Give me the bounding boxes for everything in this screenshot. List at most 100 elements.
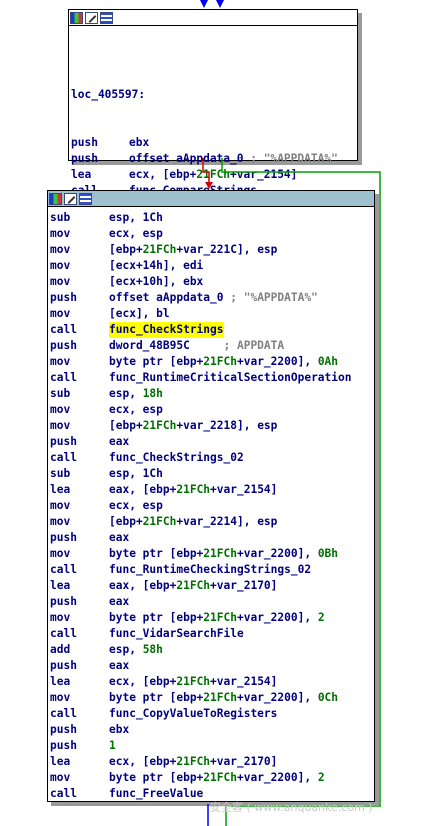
code-line[interactable]: mov ecx, esp: [50, 226, 374, 242]
code-line[interactable]: mov ecx, esp: [50, 402, 374, 418]
mnemonic: call: [50, 787, 77, 800]
operand[interactable]: ecx, [ebp+21FCh+var_2154]: [109, 674, 277, 690]
operand[interactable]: esp, 1Ch: [109, 466, 163, 482]
code-line[interactable]: sub esp, 18h: [50, 386, 374, 402]
code-line[interactable]: mov [ecx], bl: [50, 306, 374, 322]
operand[interactable]: ebx: [109, 722, 129, 738]
code-line[interactable]: sub esp, 1Ch: [50, 466, 374, 482]
operand[interactable]: byte ptr [ebp+21FCh+var_2200], 0Bh: [109, 546, 338, 562]
mnemonic: push: [50, 291, 77, 304]
operand[interactable]: byte ptr [ebp+21FCh+var_2200], 0Ch: [109, 690, 338, 706]
mnemonic: push: [50, 659, 77, 672]
operand[interactable]: byte ptr [ebp+21FCh+var_2200], 0Ah: [109, 354, 338, 370]
code-line[interactable]: call func_RuntimeCriticalSectionOperation: [50, 370, 374, 386]
code-line[interactable]: push eax: [50, 658, 374, 674]
mnemonic: lea: [71, 168, 92, 181]
mnemonic: mov: [50, 243, 71, 256]
operand[interactable]: func_VidarSearchFile: [109, 626, 244, 642]
code-line[interactable]: mov [ebp+21FCh+var_2218], esp: [50, 418, 374, 434]
mnemonic: mov: [50, 307, 71, 320]
edit-node-icon[interactable]: [64, 192, 77, 205]
operand[interactable]: func_CheckStrings_02: [109, 450, 244, 466]
mnemonic: mov: [50, 227, 71, 240]
code-line[interactable]: mov ecx, esp: [50, 498, 374, 514]
code-line[interactable]: push dword_48B95C ; APPDATA: [50, 338, 374, 354]
operand[interactable]: byte ptr [ebp+21FCh+var_2200], 2: [109, 770, 325, 786]
edit-node-icon[interactable]: [85, 11, 98, 24]
operand[interactable]: [ecx+10h], ebx: [109, 274, 203, 290]
node-titlebar[interactable]: [69, 10, 357, 26]
code-line[interactable]: mov [ebp+21FCh+var_221C], esp: [50, 242, 374, 258]
operand[interactable]: ecx, esp: [109, 226, 163, 242]
code-line[interactable]: mov [ebp+21FCh+var_2214], esp: [50, 514, 374, 530]
operand[interactable]: func_RuntimeCriticalSectionOperation: [109, 370, 351, 386]
graph-overview-icon[interactable]: [49, 192, 62, 205]
operand[interactable]: 1: [109, 738, 116, 754]
operand[interactable]: byte ptr [ebp+21FCh+var_2200], 2: [109, 610, 325, 626]
code-line[interactable]: call func_CheckStrings: [50, 322, 374, 338]
operand[interactable]: eax: [109, 658, 129, 674]
mnemonic: mov: [50, 259, 71, 272]
code-line[interactable]: lea ecx, [ebp+21FCh+var_2154]: [50, 674, 374, 690]
code-line[interactable]: call func_RuntimeCheckingStrings_02: [50, 562, 374, 578]
code-line[interactable]: mov byte ptr [ebp+21FCh+var_2200], 0Bh: [50, 546, 374, 562]
operand[interactable]: func_CheckStrings: [109, 322, 224, 338]
operand[interactable]: ecx, esp: [109, 498, 163, 514]
code-label[interactable]: loc_405597:: [71, 87, 145, 103]
code-line[interactable]: sub esp, 1Ch: [50, 210, 374, 226]
mnemonic: push: [50, 339, 77, 352]
operand[interactable]: eax: [109, 434, 129, 450]
code-line[interactable]: add esp, 58h: [50, 642, 374, 658]
list-view-icon[interactable]: [79, 192, 92, 205]
code-line[interactable]: lea eax, [ebp+21FCh+var_2170]: [50, 578, 374, 594]
operand[interactable]: esp, 18h: [109, 386, 163, 402]
graph-node-block[interactable]: sub esp, 1Ch mov ecx, esp mov [ebp+21FCh+var_…: [47, 190, 375, 802]
mnemonic: push: [50, 595, 77, 608]
code-line[interactable]: mov byte ptr [ebp+21FCh+var_2200], 0Ch: [50, 690, 374, 706]
operand[interactable]: eax, [ebp+21FCh+var_2170]: [109, 578, 277, 594]
mnemonic: mov: [50, 611, 71, 624]
code-line[interactable]: mov byte ptr [ebp+21FCh+var_2200], 0Ah: [50, 354, 374, 370]
code-line[interactable]: push eax: [50, 530, 374, 546]
list-view-icon[interactable]: [100, 11, 113, 24]
code-line[interactable]: mov [ecx+10h], ebx: [50, 274, 374, 290]
graph-overview-icon[interactable]: [70, 11, 83, 24]
mnemonic: mov: [50, 499, 71, 512]
operand[interactable]: ecx, [ebp+21FCh+var_2170]: [109, 754, 277, 770]
code-line[interactable]: push eax: [50, 434, 374, 450]
operand[interactable]: ebx: [129, 135, 149, 151]
operand[interactable]: eax: [109, 594, 129, 610]
code-line[interactable]: mov [ecx+14h], edi: [50, 258, 374, 274]
code-line[interactable]: mov byte ptr [ebp+21FCh+var_2200], 2: [50, 770, 374, 786]
operand[interactable]: [ecx+14h], edi: [109, 258, 203, 274]
graph-node-loc-405597[interactable]: loc_405597: push ebx push offset aAppdata_0…: [68, 9, 358, 229]
operand[interactable]: func_FreeValue: [109, 786, 203, 802]
operand[interactable]: esp, 58h: [109, 642, 163, 658]
code-line[interactable]: call func_CheckStrings_02: [50, 450, 374, 466]
code-line[interactable]: push eax: [50, 594, 374, 610]
operand[interactable]: [ebp+21FCh+var_2218], esp: [109, 418, 277, 434]
operand[interactable]: func_RuntimeCheckingStrings_02: [109, 562, 311, 578]
mnemonic: call: [50, 371, 77, 384]
node-titlebar[interactable]: [48, 191, 374, 207]
code-line[interactable]: call func_CopyValueToRegisters: [50, 706, 374, 722]
operand[interactable]: esp, 1Ch: [109, 210, 163, 226]
code-line[interactable]: push 1: [50, 738, 374, 754]
operand[interactable]: offset aAppdata_0: [109, 290, 224, 306]
code-line[interactable]: push offset aAppdata_0 ; "%APPDATA%": [50, 290, 374, 306]
code-line[interactable]: push ebx: [71, 135, 357, 151]
operand[interactable]: dword_48B95C: [109, 338, 190, 354]
code-line[interactable]: mov byte ptr [ebp+21FCh+var_2200], 2: [50, 610, 374, 626]
operand[interactable]: func_CopyValueToRegisters: [109, 706, 277, 722]
operand[interactable]: [ebp+21FCh+var_2214], esp: [109, 514, 277, 530]
code-line[interactable]: call func_VidarSearchFile: [50, 626, 374, 642]
code-line[interactable]: push ebx: [50, 722, 374, 738]
operand[interactable]: [ecx], bl: [109, 306, 170, 322]
operand[interactable]: eax, [ebp+21FCh+var_2154]: [109, 482, 277, 498]
operand[interactable]: eax: [109, 530, 129, 546]
operand[interactable]: ecx, esp: [109, 402, 163, 418]
mnemonic: mov: [50, 275, 71, 288]
code-line[interactable]: lea eax, [ebp+21FCh+var_2154]: [50, 482, 374, 498]
code-line[interactable]: lea ecx, [ebp+21FCh+var_2170]: [50, 754, 374, 770]
operand[interactable]: [ebp+21FCh+var_221C], esp: [109, 242, 277, 258]
